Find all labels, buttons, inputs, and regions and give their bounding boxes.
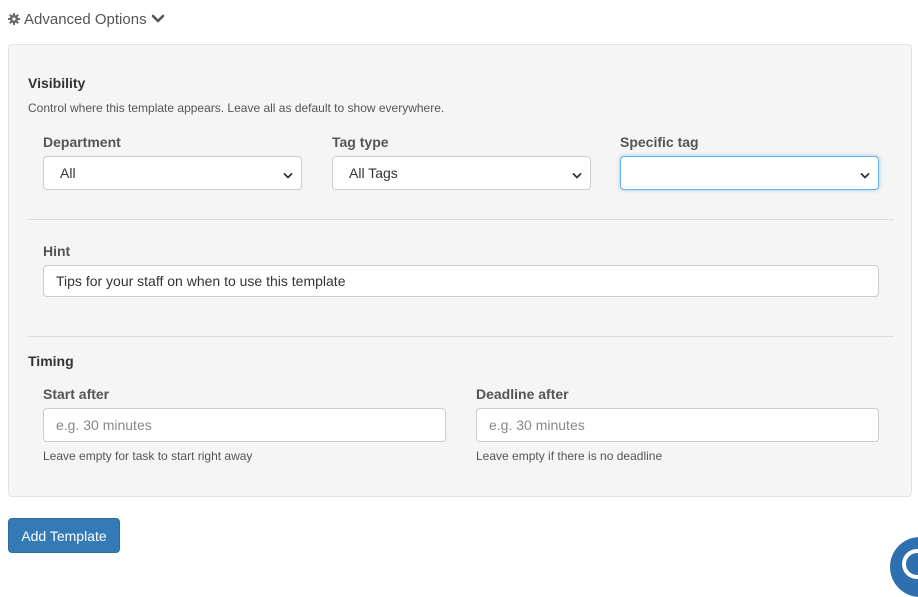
chevron-down-icon (283, 168, 293, 184)
hint-label: Hint (43, 243, 71, 259)
chevron-down-icon (860, 168, 870, 184)
chevron-down-icon (572, 168, 582, 184)
chevron-down-icon (151, 14, 165, 24)
specific-tag-select[interactable] (620, 156, 879, 190)
advanced-options-panel: Visibility Control where this template a… (8, 44, 912, 497)
section-divider (28, 336, 894, 337)
advanced-options-label: Advanced Options (24, 10, 147, 28)
department-select[interactable]: All (43, 156, 302, 190)
chat-launcher-icon[interactable] (890, 537, 918, 597)
deadline-after-input[interactable] (476, 408, 879, 442)
timing-title: Timing (28, 353, 74, 369)
deadline-after-label: Deadline after (476, 386, 569, 402)
start-after-label: Start after (43, 386, 110, 402)
section-divider (28, 219, 894, 220)
visibility-help-text: Control where this template appears. Lea… (28, 101, 445, 115)
tag-type-select-value: All Tags (349, 165, 398, 181)
specific-tag-label: Specific tag (620, 134, 699, 150)
start-after-input[interactable] (43, 408, 446, 442)
advanced-options-toggle[interactable]: Advanced Options (8, 10, 165, 28)
deadline-after-help-text: Leave empty if there is no deadline (476, 449, 663, 463)
hint-input[interactable] (43, 265, 879, 297)
start-after-help-text: Leave empty for task to start right away (43, 449, 253, 463)
tag-type-select[interactable]: All Tags (332, 156, 591, 190)
gear-icon (8, 13, 20, 25)
department-label: Department (43, 134, 121, 150)
tag-type-label: Tag type (332, 134, 389, 150)
add-template-button[interactable]: Add Template (8, 518, 120, 553)
visibility-title: Visibility (28, 75, 86, 91)
department-select-value: All (60, 165, 76, 181)
